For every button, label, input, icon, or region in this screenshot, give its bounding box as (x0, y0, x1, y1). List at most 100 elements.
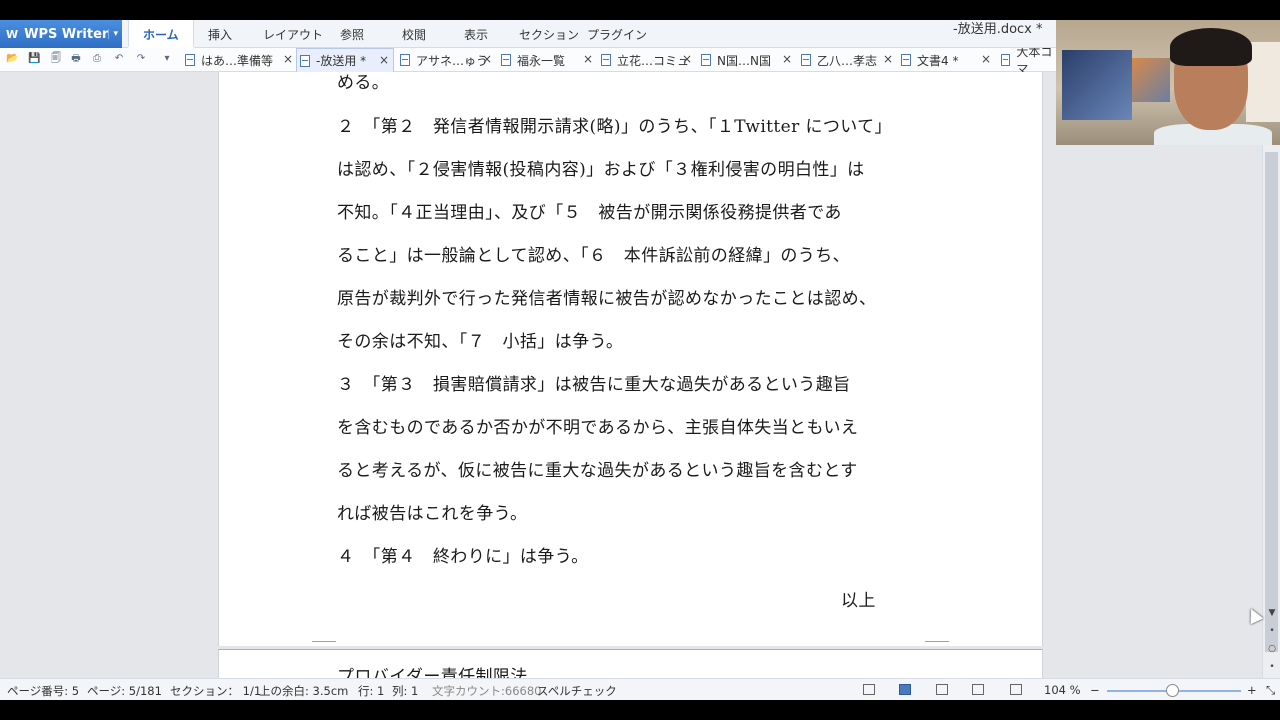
browse-object-icon[interactable]: ○ (1263, 642, 1280, 656)
document-icon (1001, 54, 1011, 66)
paragraph-line[interactable]: を含むものであるか否かが不明であるから、主張自体失当ともいえ (337, 413, 858, 438)
paragraph-line[interactable]: ４ 「第４ 終わりに」は争う。 (337, 542, 588, 567)
paragraph-line[interactable]: れば被告はこれを争う。 (337, 499, 527, 524)
status-page-number[interactable]: ページ番号: 5 (7, 683, 79, 699)
outline-view-icon[interactable] (936, 684, 948, 695)
paragraph-line[interactable]: 原告が裁判外で行った発信者情報に被告が認めなかったことは認め、 (337, 284, 876, 309)
scroll-down-icon[interactable]: ▼ (1263, 606, 1280, 620)
close-icon[interactable]: × (379, 53, 389, 67)
status-top-margin: 上の余白: 3.5cm (259, 684, 349, 698)
open-folder-icon[interactable]: 📂 (6, 53, 18, 65)
doc-tab[interactable]: 文書4 * × (901, 48, 991, 72)
print-icon[interactable]: 🖶 (70, 53, 82, 65)
paragraph-line[interactable]: ３ 「第３ 損害賠償請求」は被告に重大な過失があるという趣旨 (337, 370, 851, 395)
document-icon (901, 54, 911, 66)
wall-poster-image (1062, 50, 1132, 120)
doc-tab[interactable]: 乙八…孝志 × (801, 48, 893, 72)
document-title: -放送用.docx * (953, 22, 1043, 37)
document-icon (601, 54, 611, 66)
screen-top-border (0, 0, 1280, 20)
doc-tab-label: 文書4 * (917, 53, 959, 68)
close-icon[interactable]: × (981, 52, 991, 66)
print-preview-icon[interactable]: 🗐 (50, 53, 62, 65)
paragraph-line[interactable]: その余は不知、「７ 小括」は争う。 (337, 327, 623, 352)
resize-grip-icon: ⤡ (1266, 683, 1276, 697)
more-icon[interactable]: ▾ (161, 53, 173, 65)
wps-logo-icon: W (6, 27, 19, 41)
close-icon[interactable]: × (682, 52, 692, 66)
vertical-scrollbar[interactable]: ▼ • ○ • (1262, 72, 1280, 678)
scrollbar-thumb[interactable] (1265, 152, 1278, 652)
status-row: 行: 1 (358, 684, 385, 698)
status-spellcheck[interactable]: スペルチェック (537, 683, 617, 699)
full-screen-icon[interactable] (863, 684, 875, 695)
close-icon[interactable]: × (482, 52, 492, 66)
doc-tab-label: 乙八…孝志 (817, 53, 878, 68)
doc-tab-active[interactable]: -放送用 * × (296, 48, 394, 72)
undo-icon[interactable]: ↶ (113, 53, 125, 65)
document-page[interactable]: める。 ２ 「第２ 発信者情報開示請求(略)」のうち、「１Twitter につい… (218, 72, 1043, 646)
tab-home[interactable]: ホーム (128, 20, 194, 48)
doc-tab[interactable]: 福永一覧 × (501, 48, 593, 72)
doc-tab-label: 大本コマ (1016, 48, 1053, 72)
close-icon[interactable]: × (782, 52, 792, 66)
tab-references[interactable]: 参照 (340, 20, 364, 48)
closing-text[interactable]: 以上 (841, 586, 876, 611)
wall-photo-image (1132, 58, 1170, 102)
page-view-icon[interactable] (899, 684, 911, 695)
doc-tab-label: 福永一覧 (517, 53, 566, 68)
close-icon[interactable]: × (883, 52, 893, 66)
export-icon[interactable]: ⎙ (91, 53, 103, 65)
save-icon[interactable]: 💾 (28, 53, 40, 65)
paragraph-line[interactable]: ること」は一般論として認め、「６ 本件訴訟前の経緯」のうち、 (337, 241, 850, 266)
zoom-slider-thumb[interactable] (1166, 684, 1179, 697)
doc-tab[interactable]: N国…N国 × (701, 48, 792, 72)
tab-view[interactable]: 表示 (464, 20, 488, 48)
reading-mode-icon[interactable] (1010, 684, 1022, 695)
next-page-icon[interactable]: • (1263, 660, 1280, 674)
close-icon[interactable]: × (283, 52, 293, 66)
status-word-count[interactable]: 文字カウント:66680 (432, 683, 541, 699)
web-view-icon[interactable] (972, 684, 984, 695)
document-icon (801, 54, 811, 66)
document-icon (400, 54, 410, 66)
zoom-level[interactable]: 104 % (1044, 683, 1081, 697)
app-name: WPS Writer (24, 26, 109, 42)
tab-section[interactable]: セクション (519, 20, 579, 48)
doc-tab[interactable]: 立花…コミュ × (601, 48, 692, 72)
next-document-page[interactable]: プロバイダー責任制限法 (218, 649, 1043, 678)
document-workspace[interactable]: める。 ２ 「第２ 発信者情報開示請求(略)」のうち、「１Twitter につい… (0, 72, 1262, 678)
webcam-overlay (1056, 20, 1280, 145)
doc-tab-label: N国…N国 (717, 53, 771, 68)
doc-tab-label: -放送用 * (316, 54, 367, 68)
previous-page-icon[interactable]: • (1263, 624, 1280, 638)
tab-review[interactable]: 校閲 (402, 20, 426, 48)
status-section[interactable]: セクション： 1/1 (170, 683, 261, 699)
status-col: 列: 1 (392, 684, 419, 698)
paragraph-line[interactable]: 不知。「４正当理由」、及び「５ 被告が開示関係役務提供者であ (337, 198, 842, 223)
redo-icon[interactable]: ↷ (135, 53, 147, 65)
close-icon[interactable]: × (583, 52, 593, 66)
app-menu-button[interactable]: W WPS Writer ▾ (0, 20, 122, 48)
paragraph-line[interactable]: める。 (337, 72, 389, 93)
zoom-out-button[interactable]: − (1090, 683, 1100, 697)
status-bar: ページ番号: 5 ページ: 5/181 セクション： 1/1 上の余白: 3.5… (0, 678, 1280, 700)
chevron-down-icon[interactable]: ▾ (108, 29, 118, 39)
next-page-heading[interactable]: プロバイダー責任制限法 (337, 662, 528, 678)
doc-tab-label: 立花…コミュ (617, 53, 690, 68)
document-icon (185, 54, 195, 66)
doc-tab[interactable]: はあ…準備等 × (185, 48, 293, 72)
screen-bottom-border (0, 700, 1280, 720)
status-pages[interactable]: ページ: 5/181 (87, 683, 162, 699)
doc-tab[interactable]: 大本コマ (1001, 48, 1061, 72)
tab-plugins[interactable]: プラグイン (587, 20, 647, 48)
zoom-in-button[interactable]: + (1247, 683, 1257, 697)
document-icon (501, 54, 511, 66)
paragraph-line[interactable]: ２ 「第２ 発信者情報開示請求(略)」のうち、「１Twitter について」 (337, 112, 892, 137)
tab-layout[interactable]: レイアウト (263, 20, 323, 48)
paragraph-line[interactable]: ると考えるが、仮に被告に重大な過失があるという趣旨を含むとす (337, 456, 858, 481)
doc-tab[interactable]: アサネ…ゅう × (400, 48, 492, 72)
person-hair (1170, 28, 1252, 66)
tab-insert[interactable]: 挿入 (208, 20, 232, 48)
paragraph-line[interactable]: は認め、「２侵害情報(投稿内容)」および「３権利侵害の明白性」は (337, 155, 865, 180)
